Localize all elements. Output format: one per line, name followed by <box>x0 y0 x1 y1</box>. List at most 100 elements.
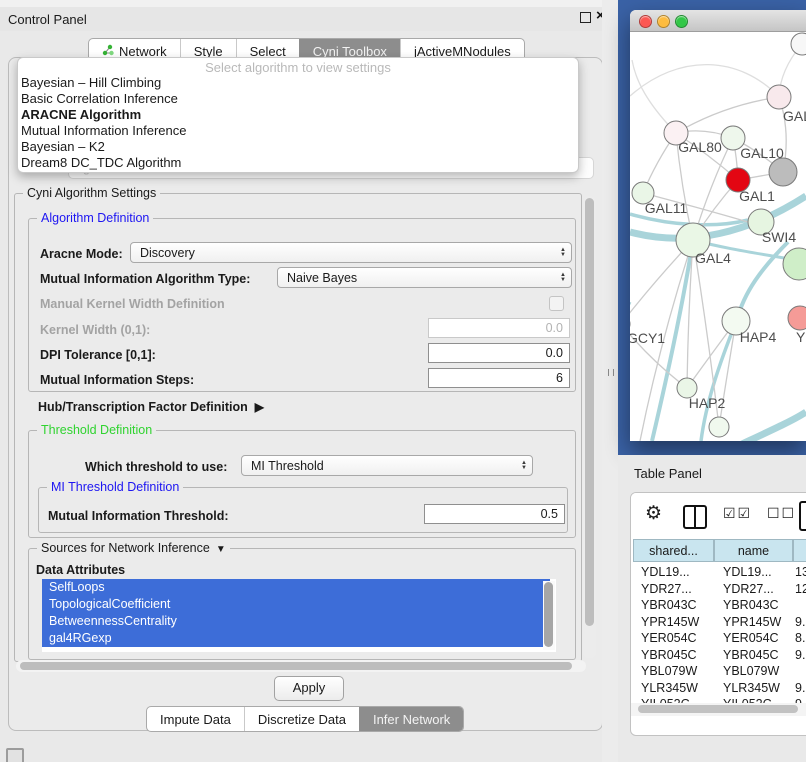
attribute-item[interactable]: SelfLoops <box>42 579 550 596</box>
aracne-mode-combo[interactable]: Discovery ▲▼ <box>130 242 572 263</box>
sources-title: Sources for Network Inference <box>41 541 210 555</box>
dropdown-placeholder: Select algorithm to view settings <box>18 60 578 75</box>
attribute-item[interactable]: gal4RGexp <box>42 630 550 647</box>
network-node[interactable] <box>783 248 806 280</box>
node-label: GAL80 <box>678 139 722 155</box>
apply-button[interactable]: Apply <box>274 676 344 701</box>
deselect-all-checkboxes-icon[interactable]: ☐☐ <box>767 505 796 522</box>
aracne-mode-label: Aracne Mode: <box>40 247 123 261</box>
algorithm-dropdown-popup: Select algorithm to view settings Bayesi… <box>17 57 579 173</box>
algorithm-option[interactable]: Bayesian – K2 <box>21 139 105 155</box>
network-node[interactable] <box>788 306 806 330</box>
network-window-titlebar[interactable] <box>630 10 806 32</box>
mi-steps-label: Mutual Information Steps: <box>40 373 194 387</box>
table-row[interactable]: YBR045CYBR045C9. <box>631 647 806 664</box>
column-header-name[interactable]: name <box>714 539 793 562</box>
kernel-width-field[interactable]: 0.0 <box>428 318 570 338</box>
scrollbar-thumb[interactable] <box>544 582 553 647</box>
table-row[interactable]: YDR27...YDR27...12 <box>631 581 806 598</box>
screen: Control Panel × Network Style Select Cyn… <box>0 0 806 762</box>
table-panel-title: Table Panel <box>634 466 702 481</box>
tab-label: Impute Data <box>160 712 231 727</box>
column-header-partial[interactable] <box>793 539 806 562</box>
node-label: GAL <box>783 108 806 124</box>
expand-arrow-icon: ▶ <box>255 400 264 414</box>
export-table-icon[interactable] <box>799 501 806 531</box>
which-threshold-combo[interactable]: MI Threshold ▲▼ <box>241 455 533 476</box>
mi-threshold-field[interactable]: 0.5 <box>424 504 565 524</box>
dpi-tolerance-field[interactable]: 0.0 <box>428 343 570 363</box>
combo-value: Discovery <box>140 246 195 260</box>
table-horizontal-scrollbar[interactable] <box>631 703 806 716</box>
algorithm-option[interactable]: Mutual Information Inference <box>21 123 186 139</box>
combo-value: MI Threshold <box>251 459 324 473</box>
scrollbar-thumb[interactable] <box>20 662 572 670</box>
tab-impute-data[interactable]: Impute Data <box>147 707 244 731</box>
table-row[interactable]: YPR145WYPR145W9. <box>631 614 806 631</box>
attribute-item[interactable]: BetweennessCentrality <box>42 613 550 630</box>
node-label: GAL4 <box>695 250 731 266</box>
algorithm-option-selected[interactable]: ARACNE Algorithm <box>21 107 141 123</box>
kernel-width-label: Kernel Width (0,1): <box>40 323 150 337</box>
table-row[interactable]: YER054CYER054C8. <box>631 630 806 647</box>
network-node[interactable] <box>791 33 806 55</box>
divider-handle[interactable] <box>608 369 614 376</box>
data-attributes-list: SelfLoops TopologicalCoefficient Between… <box>42 579 556 652</box>
algorithm-option[interactable]: Bayesian – Hill Climbing <box>21 75 161 91</box>
panel-divider[interactable] <box>602 0 618 762</box>
table-row[interactable]: YIL052CYIL052C9. <box>631 696 806 703</box>
table-toolbar: ⚙ ☑☑ ☐☐ <box>631 493 806 539</box>
combo-value: Naive Bayes <box>287 271 357 285</box>
scrollbar-thumb[interactable] <box>585 198 594 626</box>
algorithm-option[interactable]: Basic Correlation Inference <box>21 91 178 107</box>
tab-discretize-data[interactable]: Discretize Data <box>244 707 359 731</box>
select-all-checkboxes-icon[interactable]: ☑☑ <box>723 505 752 522</box>
hub-definition-label: Hub/Transcription Factor Definition <box>38 400 248 414</box>
mi-steps-field[interactable]: 6 <box>428 368 570 388</box>
mi-threshold-label: Mutual Information Threshold: <box>48 509 229 523</box>
group-title: Cyni Algorithm Settings <box>23 186 160 200</box>
tab-infer-network[interactable]: Infer Network <box>359 707 463 731</box>
group-title: MI Threshold Definition <box>47 480 183 494</box>
collapse-arrow-icon: ▼ <box>216 544 226 555</box>
settings-horizontal-scrollbar[interactable] <box>16 660 586 672</box>
manual-kernel-checkbox[interactable] <box>549 296 564 311</box>
mi-type-label: Mutual Information Algorithm Type: <box>40 272 250 286</box>
scrollbar-thumb[interactable] <box>638 705 798 713</box>
settings-vertical-scrollbar[interactable] <box>583 196 596 658</box>
columns-icon[interactable] <box>683 505 707 529</box>
algorithm-option[interactable]: Dream8 DC_TDC Algorithm <box>21 155 181 171</box>
network-node[interactable] <box>769 158 797 186</box>
stepper-icon: ▲▼ <box>560 248 566 258</box>
dock-panel-icon[interactable] <box>6 748 24 762</box>
zoom-traffic-light[interactable] <box>675 15 688 28</box>
column-header-shared-name[interactable]: shared... <box>633 539 714 562</box>
minimize-traffic-light[interactable] <box>657 15 670 28</box>
dpi-tolerance-label: DPI Tolerance [0,1]: <box>40 348 156 362</box>
gear-icon[interactable]: ⚙ <box>645 502 662 525</box>
stepper-icon: ▲▼ <box>560 273 566 283</box>
close-traffic-light[interactable] <box>639 15 652 28</box>
mi-type-combo[interactable]: Naive Bayes ▲▼ <box>277 267 572 288</box>
network-canvas[interactable]: GAL GAL80 GAL10 GAL1 GAL11 SWI4 GAL4 GCY… <box>630 31 806 441</box>
table-row[interactable]: YDL19...YDL19...13 <box>631 564 806 581</box>
top-strip <box>0 0 618 7</box>
sources-title-toggle[interactable]: Sources for Network Inference ▼ <box>37 541 230 555</box>
network-node[interactable] <box>767 85 791 109</box>
control-panel-titlebar[interactable]: Control Panel <box>0 7 618 31</box>
node-label: GCY1 <box>630 330 665 346</box>
table-row[interactable]: YBR043CYBR043C <box>631 597 806 614</box>
manual-kernel-label: Manual Kernel Width Definition <box>40 297 225 311</box>
tab-label: Infer Network <box>373 712 450 727</box>
attribute-item[interactable]: TopologicalCoefficient <box>42 596 550 613</box>
attributes-scrollbar[interactable] <box>543 581 555 650</box>
float-panel-icon[interactable] <box>580 12 591 23</box>
network-node[interactable] <box>709 417 729 437</box>
table-panel-header: Table Panel <box>618 455 806 492</box>
hub-definition-toggle[interactable]: Hub/Transcription Factor Definition ▶ <box>38 400 264 414</box>
table-row[interactable]: YLR345WYLR345W9. <box>631 680 806 697</box>
which-threshold-label: Which threshold to use: <box>85 460 227 474</box>
node-label: HAP2 <box>689 395 726 411</box>
network-window: GAL GAL80 GAL10 GAL1 GAL11 SWI4 GAL4 GCY… <box>630 10 806 441</box>
table-row[interactable]: YBL079WYBL079W <box>631 663 806 680</box>
